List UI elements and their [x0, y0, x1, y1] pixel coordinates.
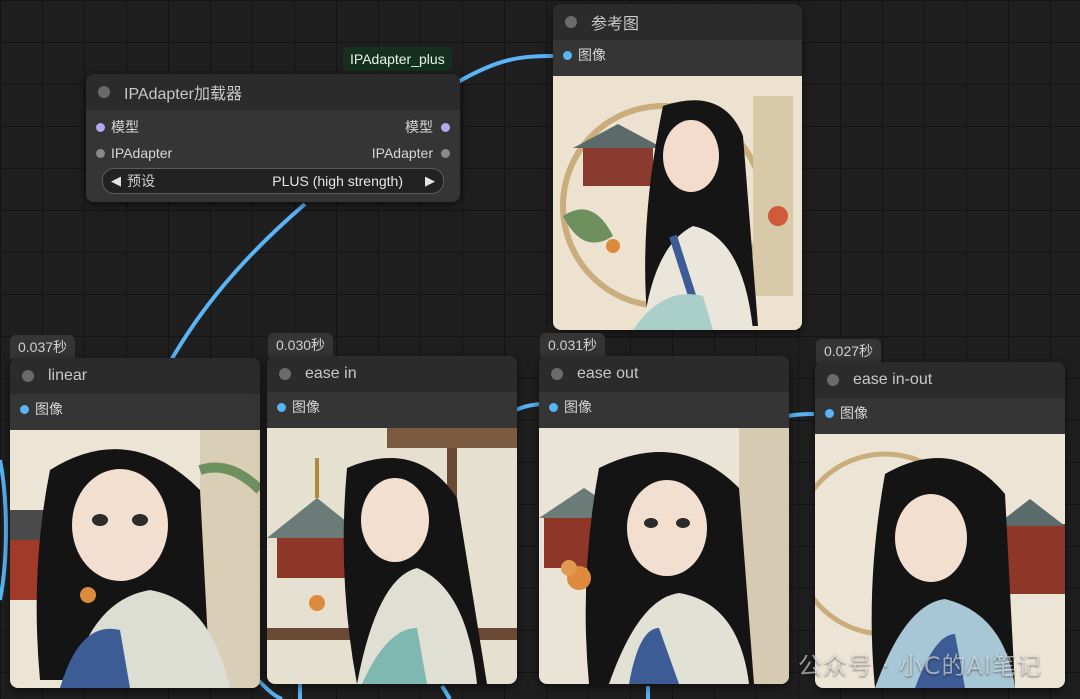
ipadapter-output-label: IPAdapter_plus [343, 47, 452, 71]
ease-in-header[interactable]: ease in [267, 356, 517, 392]
prev-arrow-icon[interactable]: ◀ [111, 173, 121, 189]
image-input-socket-icon[interactable] [20, 404, 29, 414]
preview-node-ease-in[interactable]: ease in 图像 [267, 356, 517, 684]
image-input-socket-icon[interactable] [277, 402, 286, 412]
preset-value: PLUS (high strength) [272, 173, 403, 189]
collapse-dot-icon[interactable] [565, 16, 577, 28]
reference-image-node[interactable]: 参考图 图像 [553, 4, 802, 330]
preview-node-ease-out[interactable]: ease out 图像 [539, 356, 789, 684]
loader-row-ipadapter: IPAdapter IPAdapter [86, 140, 460, 166]
reference-slot-row: 图像 [553, 42, 802, 68]
preset-name: 预设 [127, 173, 155, 189]
ipadapter-output-slot-label: IPAdapter [371, 145, 433, 161]
image-input-socket-icon[interactable] [549, 402, 558, 412]
collapse-dot-icon[interactable] [22, 370, 34, 382]
loader-title: IPAdapter加载器 [124, 86, 242, 103]
wire-left-edge [0, 459, 8, 601]
ease-in-slot-label: 图像 [292, 399, 320, 415]
model-output-socket-icon[interactable] [441, 122, 450, 132]
ipadapter-loader-node[interactable]: IPAdapter加载器 模型 模型 IPAdapter IPAdapter ◀… [86, 74, 460, 202]
ipadapter-input-label: IPAdapter [111, 145, 173, 161]
ease-in-out-title: ease in-out [853, 371, 933, 388]
collapse-dot-icon[interactable] [279, 368, 291, 380]
linear-header[interactable]: linear [10, 358, 260, 394]
collapse-dot-icon[interactable] [827, 374, 839, 386]
ease-in-out-header[interactable]: ease in-out [815, 362, 1065, 398]
wire-loader-to-reference [457, 54, 557, 84]
time-badge-ease-in: 0.030秒 [268, 333, 334, 357]
model-input-socket-icon[interactable] [96, 122, 105, 132]
ease-out-header[interactable]: ease out [539, 356, 789, 392]
linear-output-image [10, 430, 260, 688]
linear-title: linear [48, 367, 88, 384]
ease-out-output-image [539, 428, 789, 684]
ipadapter-output-socket-icon[interactable] [441, 148, 450, 158]
ease-in-out-slot-row: 图像 [815, 400, 1065, 426]
linear-slot-label: 图像 [35, 401, 63, 417]
ease-in-output-image [267, 428, 517, 684]
reference-header[interactable]: 参考图 [553, 4, 802, 40]
ease-in-title: ease in [305, 365, 357, 382]
collapse-dot-icon[interactable] [551, 368, 563, 380]
image-input-socket-icon[interactable] [825, 408, 834, 418]
wire-bottom-3 [440, 684, 452, 699]
ipadapter-input-socket-icon[interactable] [96, 148, 105, 158]
ease-in-out-slot-label: 图像 [840, 405, 868, 421]
model-input-label: 模型 [111, 119, 139, 135]
reference-image [553, 76, 802, 330]
preset-combo[interactable]: ◀ 预设 PLUS (high strength) ▶ [102, 168, 444, 194]
time-badge-ease-in-out: 0.027秒 [816, 339, 882, 363]
ease-out-slot-label: 图像 [564, 399, 592, 415]
preview-node-linear[interactable]: linear 图像 [10, 358, 260, 688]
reference-title: 参考图 [591, 16, 640, 33]
watermark: 公众号 · 小C的AI笔记 [797, 652, 1042, 680]
model-output-label: 模型 [405, 119, 433, 135]
loader-header[interactable]: IPAdapter加载器 [86, 74, 460, 110]
wire-to-ease-in-out [787, 412, 815, 418]
ease-in-slot-row: 图像 [267, 394, 517, 420]
image-input-socket-icon[interactable] [563, 50, 572, 60]
time-badge-ease-out: 0.031秒 [540, 333, 606, 357]
time-badge-linear: 0.037秒 [10, 335, 76, 359]
ease-out-title: ease out [577, 365, 639, 382]
preview-node-ease-in-out[interactable]: ease in-out 图像 [815, 362, 1065, 688]
linear-slot-row: 图像 [10, 396, 260, 422]
collapse-dot-icon[interactable] [98, 86, 110, 98]
wire-to-ease-out [515, 402, 541, 412]
loader-row-model: 模型 模型 [86, 114, 460, 140]
next-arrow-icon[interactable]: ▶ [425, 173, 435, 189]
ease-out-slot-row: 图像 [539, 394, 789, 420]
reference-slot-label: 图像 [578, 47, 606, 63]
